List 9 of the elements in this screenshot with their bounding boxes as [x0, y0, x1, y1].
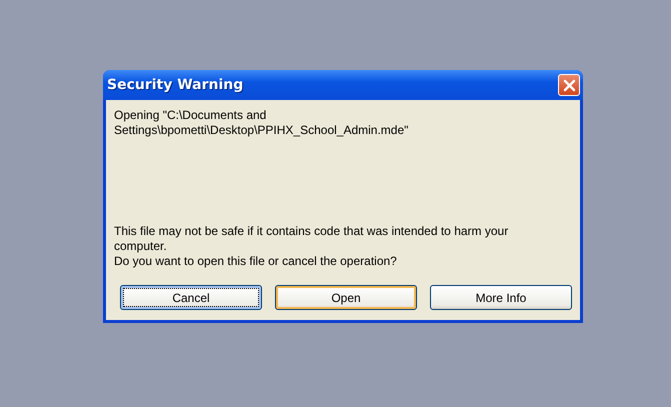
- dialog-button[interactable]: Open: [275, 285, 417, 310]
- dialog-button[interactable]: More Info: [430, 285, 572, 310]
- warning-text: Do you want to open this file or cancel the operation?: [114, 254, 398, 269]
- warning-text: This file may not be safe if it contains code that was intended to harm your computer.: [114, 224, 510, 254]
- dialog-button[interactable]: Cancel: [120, 285, 262, 310]
- close-button[interactable]: [558, 74, 580, 96]
- file-path-text: Opening "C:\Documents and Settings\bpometti\Desktop\PPIHX_School_Admin.mde": [114, 108, 410, 138]
- window-title: Security Warning: [107, 77, 244, 93]
- close-icon: [562, 78, 576, 92]
